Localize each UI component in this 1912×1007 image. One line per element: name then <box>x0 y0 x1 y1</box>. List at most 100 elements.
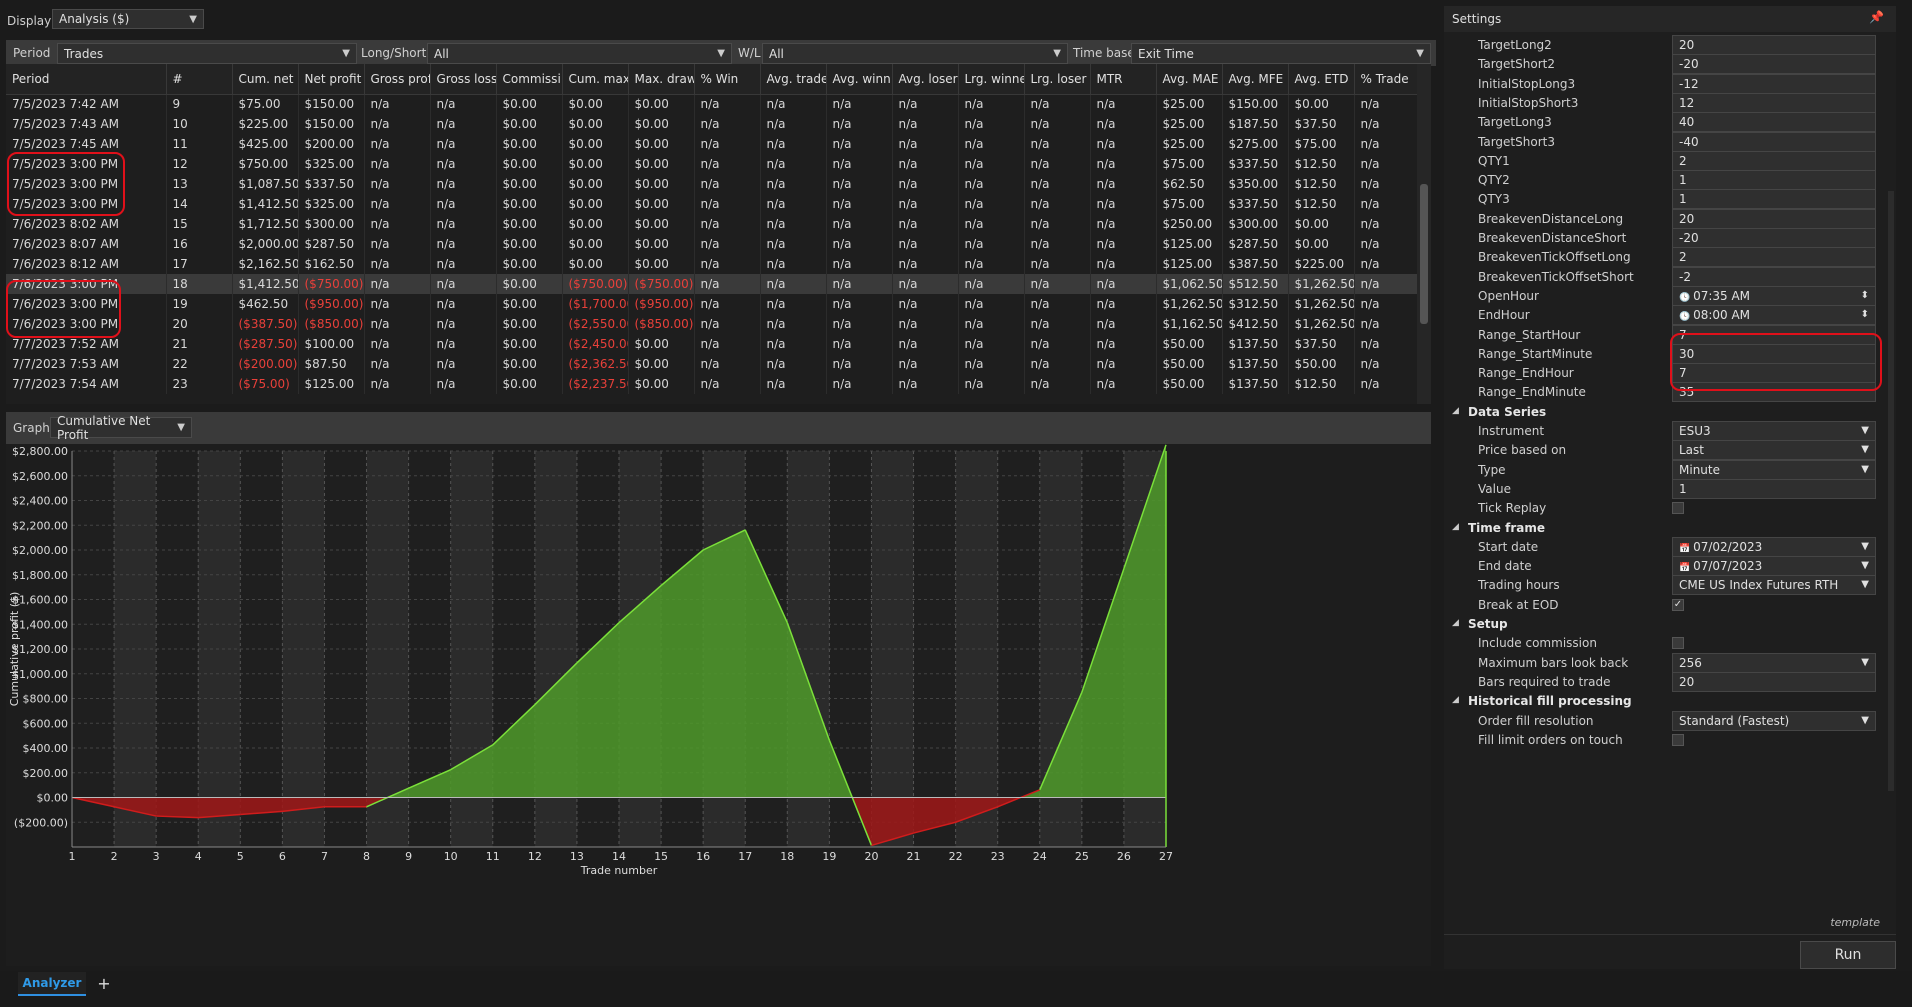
column-header[interactable]: Lrg. winne <box>958 64 1025 95</box>
scroll-thumb[interactable] <box>1420 184 1428 324</box>
setting-value[interactable]: 2 <box>1672 150 1876 171</box>
setting-value[interactable]: 📅 07/07/2023 ▼ <box>1672 556 1876 577</box>
column-header[interactable]: MTR <box>1090 64 1157 95</box>
setting-value[interactable]: Standard (Fastest) ▼ <box>1672 710 1876 731</box>
table-cell: n/a <box>1354 94 1421 114</box>
setting-value[interactable]: ESU3 ▼ <box>1672 421 1876 441</box>
column-header[interactable]: Period <box>6 64 167 95</box>
column-header[interactable]: Lrg. loser <box>1024 64 1091 95</box>
table-cell: n/a <box>1024 194 1091 214</box>
setting-value[interactable]: Minute ▼ <box>1672 459 1876 480</box>
column-header[interactable]: Cum. net p <box>232 64 299 95</box>
add-tab-button[interactable]: + <box>94 975 114 993</box>
table-cell: n/a <box>892 194 959 214</box>
column-header[interactable]: Max. draw <box>628 64 695 95</box>
table-row[interactable]: 7/6/2023 3:00 PM 20 ($387.50) ($850.00) n/a n… <box>6 314 1421 334</box>
table-cell: n/a <box>1090 234 1157 254</box>
column-header[interactable]: Cum. max <box>562 64 629 95</box>
setting-value[interactable]: -20 <box>1672 228 1876 248</box>
setting-value[interactable]: -12 <box>1672 73 1876 94</box>
setting-value[interactable]: -40 <box>1672 131 1876 152</box>
setting-value[interactable]: 40 <box>1672 112 1876 133</box>
setting-value[interactable]: 2 <box>1672 247 1876 268</box>
setting-checkbox[interactable]: ✓ <box>1672 598 1684 611</box>
setting-value[interactable]: 20 <box>1672 671 1876 692</box>
y-tick-label: $1,800.00 <box>12 569 68 582</box>
setting-value[interactable]: -20 <box>1672 54 1876 75</box>
setting-checkbox[interactable] <box>1672 733 1684 746</box>
column-header[interactable]: Avg. MFE <box>1222 64 1289 95</box>
template-link[interactable]: template <box>1830 916 1880 929</box>
long-short-select[interactable]: All ▼ <box>427 43 732 64</box>
setting-value[interactable]: 📅 07/02/2023 ▼ <box>1672 536 1876 557</box>
table-row[interactable]: 7/6/2023 8:12 AM 17 $2,162.50 $162.50 n/a n/a… <box>6 254 1421 274</box>
table-row[interactable]: 7/6/2023 3:00 PM 18 $1,412.50 ($750.00) n/a n… <box>6 274 1421 294</box>
spinner-icon[interactable]: ⬍ <box>1861 306 1869 324</box>
table-cell: $37.50 <box>1288 114 1355 134</box>
tab-analyzer[interactable]: Analyzer <box>18 972 86 996</box>
graph-select[interactable]: Cumulative Net Profit ▼ <box>50 414 192 442</box>
table-cell: n/a <box>826 374 893 394</box>
table-row[interactable]: 7/6/2023 3:00 PM 19 $462.50 ($950.00) n/a n/a… <box>6 294 1421 314</box>
table-cell: n/a <box>826 294 893 314</box>
display-select[interactable]: Analysis ($) ▼ <box>52 9 204 29</box>
table-row[interactable]: 7/7/2023 7:52 AM 21 ($287.50) $100.00 n/a n/a… <box>6 334 1421 354</box>
setting-name: InitialStopLong3 <box>1478 76 1576 91</box>
setting-value[interactable]: 256 ▼ <box>1672 652 1876 673</box>
grid-scrollbar[interactable] <box>1417 64 1431 404</box>
setting-value[interactable]: 1 <box>1672 189 1876 210</box>
time-base-select[interactable]: Exit Time ▼ <box>1131 43 1431 64</box>
table-cell: n/a <box>1090 314 1157 334</box>
table-row[interactable]: 7/5/2023 3:00 PM 13 $1,087.50 $337.50 n/a n/a… <box>6 174 1421 194</box>
column-header[interactable]: Avg. ETD <box>1288 64 1355 95</box>
setting-value[interactable]: 1 <box>1672 478 1876 499</box>
column-header[interactable]: # <box>166 64 233 95</box>
setting-value[interactable]: CME US Index Futures RTH ▼ <box>1672 575 1876 596</box>
setting-value[interactable]: Last ▼ <box>1672 440 1876 461</box>
column-header[interactable]: Avg. loser <box>892 64 959 95</box>
collapse-icon[interactable]: ◢ <box>1452 406 1459 416</box>
collapse-icon[interactable]: ◢ <box>1452 618 1459 628</box>
column-header[interactable]: Avg. trade <box>760 64 827 95</box>
setting-value[interactable]: 12 <box>1672 92 1876 113</box>
setting-value[interactable]: 🕓 08:00 AM ⬍ <box>1672 305 1876 326</box>
table-row[interactable]: 7/7/2023 7:54 AM 23 ($75.00) $125.00 n/a n/a $… <box>6 374 1421 394</box>
table-row[interactable]: 7/5/2023 7:45 AM 11 $425.00 $200.00 n/a n/a $0… <box>6 134 1421 154</box>
run-button[interactable]: Run <box>1800 941 1896 969</box>
table-row[interactable]: 7/6/2023 8:02 AM 15 $1,712.50 $300.00 n/a n/a… <box>6 214 1421 234</box>
pin-icon[interactable]: 📌 <box>1869 10 1884 24</box>
setting-value[interactable]: 🕓 07:35 AM ⬍ <box>1672 285 1876 306</box>
column-header[interactable]: Net profit <box>298 64 365 95</box>
column-header[interactable]: % Win <box>694 64 761 95</box>
setting-value[interactable]: 1 <box>1672 170 1876 191</box>
table-cell: $12.50 <box>1288 174 1355 194</box>
column-header[interactable]: Avg. winn <box>826 64 893 95</box>
table-cell: n/a <box>1090 274 1157 294</box>
column-header[interactable]: Avg. MAE <box>1156 64 1223 95</box>
trades-grid[interactable]: Period#Cum. net pNet profitGross profGro… <box>6 64 1431 404</box>
column-header[interactable]: % Trade <box>1354 64 1421 95</box>
settings-scrollbar[interactable] <box>1888 191 1894 791</box>
table-row[interactable]: 7/6/2023 8:07 AM 16 $2,000.00 $287.50 n/a n/a… <box>6 234 1421 254</box>
table-row[interactable]: 7/5/2023 7:42 AM 9 $75.00 $150.00 n/a n/a $0.0… <box>6 94 1421 114</box>
collapse-icon[interactable]: ◢ <box>1452 522 1459 532</box>
table-row[interactable]: 7/5/2023 7:43 AM 10 $225.00 $150.00 n/a n/a $0… <box>6 114 1421 134</box>
collapse-icon[interactable]: ◢ <box>1452 695 1459 705</box>
column-header[interactable]: Gross loss <box>430 64 497 95</box>
setting-checkbox[interactable] <box>1672 637 1684 650</box>
table-row[interactable]: 7/7/2023 7:53 AM 22 ($200.00) $87.50 n/a n/a $… <box>6 354 1421 374</box>
column-header[interactable]: Commissi <box>496 64 563 95</box>
wl-select[interactable]: All ▼ <box>762 43 1068 64</box>
spinner-icon[interactable]: ⬍ <box>1861 287 1869 305</box>
table-row[interactable]: 7/5/2023 3:00 PM 14 $1,412.50 $325.00 n/a n/a… <box>6 194 1421 214</box>
setting-value[interactable]: -2 <box>1672 266 1876 287</box>
setting-checkbox[interactable] <box>1672 502 1684 515</box>
table-cell: $0.00 <box>1288 94 1355 114</box>
period-select[interactable]: Trades ▼ <box>57 43 357 64</box>
x-tick-label: 7 <box>321 850 328 863</box>
setting-value[interactable]: 20 <box>1672 208 1876 229</box>
table-row[interactable]: 7/5/2023 3:00 PM 12 $750.00 $325.00 n/a n/a $0… <box>6 154 1421 174</box>
setting-value[interactable]: 20 <box>1672 35 1876 55</box>
column-header[interactable]: Gross prof <box>364 64 431 95</box>
table-cell: n/a <box>694 254 761 274</box>
